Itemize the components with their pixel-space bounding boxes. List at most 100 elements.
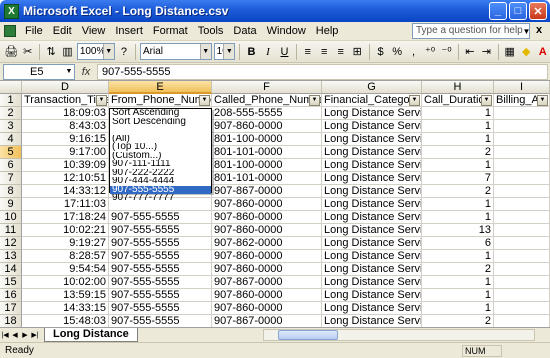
cell-called-phone-number[interactable]: 801-101-0000 (212, 172, 322, 185)
chevron-down-icon[interactable]: ▼ (64, 65, 74, 79)
row-header-3[interactable]: 3 (0, 120, 22, 133)
cell-billing-amount[interactable] (494, 263, 550, 276)
autofilter-option[interactable]: (Top 10...) (110, 143, 211, 152)
currency-button[interactable]: $ (373, 43, 388, 61)
cell-call-duration[interactable]: 1 (422, 198, 494, 211)
menu-help[interactable]: Help (311, 25, 344, 37)
autofilter-option[interactable]: Sort Ascending (110, 109, 211, 118)
cell-financial-category[interactable]: Long Distance Services (322, 211, 422, 224)
help-question-input[interactable]: Type a question for help (412, 23, 530, 39)
cell-transaction-time[interactable]: 14:33:12 (22, 185, 109, 198)
cell-call-duration[interactable]: 7 (422, 172, 494, 185)
menu-view[interactable]: View (77, 25, 111, 37)
cell-billing-amount[interactable] (494, 107, 550, 120)
row-header-6[interactable]: 6 (0, 159, 22, 172)
row-header-16[interactable]: 16 (0, 289, 22, 302)
close-button[interactable]: ✕ (529, 2, 547, 20)
column-header-i[interactable]: I (494, 81, 550, 94)
row-header-14[interactable]: 14 (0, 263, 22, 276)
cell-billing-amount[interactable] (494, 159, 550, 172)
cell-call-duration[interactable]: 1 (422, 159, 494, 172)
cell-from-phone-number[interactable]: 907-555-5555 (109, 237, 212, 250)
chart-icon[interactable]: ▥ (60, 43, 75, 61)
comma-button[interactable]: , (406, 43, 421, 61)
cell-financial-category[interactable]: Long Distance Services (322, 172, 422, 185)
autofilter-option[interactable] (110, 126, 211, 135)
cell-called-phone-number[interactable]: 907-867-0000 (212, 315, 322, 327)
cell-called-phone-number[interactable]: 907-867-0000 (212, 276, 322, 289)
zoom-combo[interactable]: 100% ▼ (76, 43, 115, 60)
cell-billing-amount[interactable] (494, 250, 550, 263)
next-sheet-icon[interactable]: ▶ (20, 331, 30, 339)
cell-call-duration[interactable]: 6 (422, 237, 494, 250)
cell-called-phone-number[interactable]: 907-860-0000 (212, 263, 322, 276)
header-cell-from-phone-number[interactable]: From_Phone_Number (109, 94, 212, 107)
percent-button[interactable]: % (390, 43, 405, 61)
cell-billing-amount[interactable] (494, 224, 550, 237)
prev-sheet-icon[interactable]: ◀ (10, 331, 20, 339)
cell-call-duration[interactable]: 1 (422, 211, 494, 224)
cell-transaction-time[interactable]: 12:10:51 (22, 172, 109, 185)
help-dropdown-icon[interactable]: ▼ (522, 23, 531, 39)
first-sheet-icon[interactable]: |◀ (0, 331, 10, 339)
cell-call-duration[interactable]: 1 (422, 250, 494, 263)
row-header-17[interactable]: 17 (0, 302, 22, 315)
font-color-icon[interactable]: A (535, 43, 550, 61)
cell-call-duration[interactable]: 1 (422, 120, 494, 133)
cell-from-phone-number[interactable]: 907-555-5555 (109, 276, 212, 289)
cell-call-duration[interactable]: 1 (422, 276, 494, 289)
cell-called-phone-number[interactable]: 907-860-0000 (212, 211, 322, 224)
merge-center-icon[interactable]: ⊞ (350, 43, 365, 61)
cell-call-duration[interactable]: 1 (422, 133, 494, 146)
header-cell-financial-category[interactable]: Financial_Category (322, 94, 422, 107)
cell-billing-amount[interactable] (494, 185, 550, 198)
cell-call-duration[interactable]: 1 (422, 107, 494, 120)
cell-transaction-time[interactable]: 18:09:03 (22, 107, 109, 120)
cell-transaction-time[interactable]: 10:02:00 (22, 276, 109, 289)
autofilter-option[interactable]: 907-222-2222 (110, 169, 211, 178)
cell-financial-category[interactable]: Long Distance Services (322, 302, 422, 315)
autofilter-option[interactable]: 907-555-5555 (110, 185, 211, 194)
cell-called-phone-number[interactable]: 907-860-0000 (212, 289, 322, 302)
cell-from-phone-number[interactable]: 907-555-5555 (109, 263, 212, 276)
menu-format[interactable]: Format (148, 25, 193, 37)
sort-ascending-icon[interactable]: ⇅ (44, 43, 59, 61)
cell-from-phone-number[interactable]: 907-555-5555 (109, 302, 212, 315)
header-cell-called-phone-number[interactable]: Called_Phone_Number (212, 94, 322, 107)
column-header-g[interactable]: G (322, 81, 422, 94)
cell-financial-category[interactable]: Long Distance Services (322, 289, 422, 302)
row-header-10[interactable]: 10 (0, 211, 22, 224)
column-header-d[interactable]: D (22, 81, 109, 94)
cell-transaction-time[interactable]: 14:33:15 (22, 302, 109, 315)
scrollbar-thumb[interactable] (278, 330, 338, 340)
name-box[interactable]: E5 ▼ (3, 63, 75, 80)
cell-financial-category[interactable]: Long Distance Services (322, 120, 422, 133)
align-right-icon[interactable]: ≡ (334, 43, 349, 61)
cell-call-duration[interactable]: 2 (422, 263, 494, 276)
decrease-indent-icon[interactable]: ⇤ (463, 43, 478, 61)
align-left-icon[interactable]: ≡ (301, 43, 316, 61)
italic-button[interactable]: I (261, 43, 276, 61)
cell-called-phone-number[interactable]: 907-867-0000 (212, 185, 322, 198)
cell-transaction-time[interactable]: 17:11:03 (22, 198, 109, 211)
cell-financial-category[interactable]: Long Distance Services (322, 237, 422, 250)
row-header-7[interactable]: 7 (0, 172, 22, 185)
cut-icon[interactable]: ✂ (21, 43, 36, 61)
autofilter-arrow-icon[interactable]: ▼ (409, 95, 420, 106)
cell-financial-category[interactable]: Long Distance Services (322, 224, 422, 237)
cell-transaction-time[interactable]: 9:19:27 (22, 237, 109, 250)
cell-billing-amount[interactable] (494, 302, 550, 315)
cell-called-phone-number[interactable]: 801-100-0000 (212, 133, 322, 146)
cell-billing-amount[interactable] (494, 172, 550, 185)
cell-called-phone-number[interactable]: 907-860-0000 (212, 120, 322, 133)
cell-called-phone-number[interactable]: 907-860-0000 (212, 224, 322, 237)
cell-called-phone-number[interactable]: 907-860-0000 (212, 250, 322, 263)
autofilter-dropdown[interactable]: Sort Ascending Sort Descending (All) (Top 1… (109, 108, 212, 202)
cell-financial-category[interactable]: Long Distance Services (322, 107, 422, 120)
menu-file[interactable]: File (20, 25, 48, 37)
bold-button[interactable]: B (244, 43, 259, 61)
cell-from-phone-number[interactable]: 907-555-5555 (109, 289, 212, 302)
chevron-down-icon[interactable]: ▼ (199, 44, 211, 59)
cell-transaction-time[interactable]: 8:28:57 (22, 250, 109, 263)
cell-billing-amount[interactable] (494, 211, 550, 224)
